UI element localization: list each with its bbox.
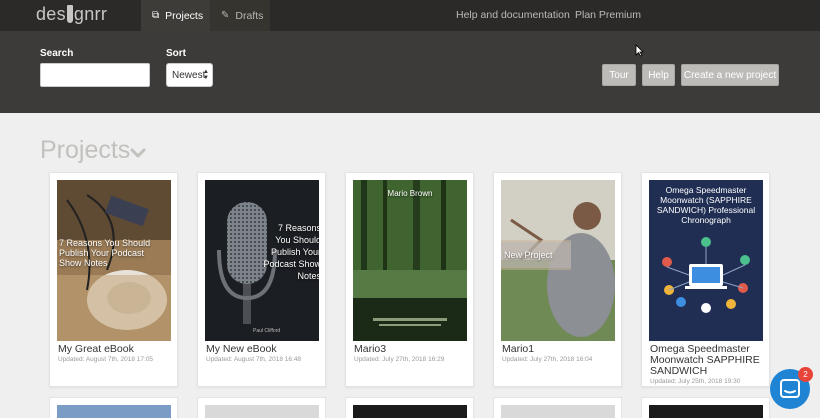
project-title[interactable]: Omega Speedmaster Moonwatch SAPPHIRE SAN… bbox=[650, 344, 766, 377]
project-updated: Updated: August 7th, 2018 17:05 bbox=[58, 356, 154, 363]
create-project-button[interactable]: Create a new project bbox=[681, 64, 779, 86]
page-title: Projects bbox=[40, 136, 131, 164]
project-card[interactable] bbox=[493, 397, 622, 418]
logo-text: des bbox=[36, 4, 66, 24]
help-button[interactable]: Help bbox=[642, 64, 675, 86]
top-navbar: des gnrr ⧉ Projects ✎ Drafts Help and doc… bbox=[0, 0, 820, 31]
cover-image bbox=[353, 180, 467, 341]
chat-notification-badge: 2 bbox=[798, 367, 813, 382]
designrr-logo[interactable]: des gnrr bbox=[36, 4, 107, 26]
project-cover[interactable]: 7 Reasons You Should Publish Your Podcas… bbox=[205, 180, 319, 341]
project-updated: Updated: August 7th, 2018 16:48 bbox=[206, 356, 302, 363]
project-card[interactable] bbox=[49, 397, 178, 418]
project-cover[interactable] bbox=[649, 405, 763, 418]
cover-title: Omega Speedmaster Moonwatch (SAPPHIRE SA… bbox=[656, 185, 756, 225]
pencil-icon: ✎ bbox=[221, 10, 230, 21]
mouse-cursor-icon bbox=[635, 44, 644, 57]
tab-drafts[interactable]: ✎ Drafts bbox=[210, 0, 270, 31]
sort-select[interactable]: Newest ▲ ▼ bbox=[166, 63, 213, 87]
project-updated: Updated: July 27th, 2018 16:29 bbox=[354, 356, 445, 363]
project-card[interactable] bbox=[345, 397, 474, 418]
updown-arrows-icon: ▲ ▼ bbox=[203, 69, 209, 81]
cover-title: 7 Reasons You Should Publish Your Podcas… bbox=[263, 223, 319, 281]
project-title[interactable]: My Great eBook bbox=[58, 344, 174, 355]
plan-premium-link[interactable]: Plan Premium bbox=[575, 9, 641, 21]
sort-label: Sort bbox=[166, 48, 186, 59]
project-cover[interactable]: New Project bbox=[501, 180, 615, 341]
project-card[interactable]: 7 Reasons You Should Publish Your Podcas… bbox=[49, 172, 178, 387]
cover-title: New Project bbox=[504, 250, 553, 260]
project-card[interactable]: 7 Reasons You Should Publish Your Podcas… bbox=[197, 172, 326, 387]
project-card[interactable]: Mario Brown Mario3 Updated: July 27th, 2… bbox=[345, 172, 474, 387]
project-cover[interactable] bbox=[57, 405, 171, 418]
cover-author: Paul Clifford bbox=[253, 328, 281, 334]
tab-drafts-label: Drafts bbox=[235, 9, 264, 22]
tab-projects-label: Projects bbox=[165, 9, 204, 22]
project-updated: Updated: July 27th, 2018 16:04 bbox=[502, 356, 593, 363]
project-card[interactable]: Omega Speedmaster Moonwatch (SAPPHIRE SA… bbox=[641, 172, 770, 387]
project-cover[interactable]: Mario Brown bbox=[353, 180, 467, 341]
project-cover[interactable]: 7 Reasons You Should Publish Your Podcas… bbox=[57, 180, 171, 341]
project-title[interactable]: Mario1 bbox=[502, 344, 618, 355]
search-input[interactable] bbox=[40, 63, 150, 87]
project-title[interactable]: My New eBook bbox=[206, 344, 322, 355]
project-cover[interactable]: Omega Speedmaster Moonwatch (SAPPHIRE SA… bbox=[649, 180, 763, 341]
cover-title: 7 Reasons You Should Publish Your Podcas… bbox=[59, 238, 151, 268]
project-title[interactable]: Mario3 bbox=[354, 344, 470, 355]
project-card[interactable]: New Project Mario1 Updated: July 27th, 2… bbox=[493, 172, 622, 387]
cover-title: Mario Brown bbox=[387, 189, 433, 198]
project-cover[interactable] bbox=[501, 405, 615, 418]
project-card[interactable] bbox=[197, 397, 326, 418]
chevron-down-icon[interactable] bbox=[130, 145, 146, 161]
sort-value: Newest bbox=[172, 69, 206, 81]
pen-icon bbox=[66, 5, 73, 23]
project-cover[interactable] bbox=[353, 405, 467, 418]
search-label: Search bbox=[40, 48, 74, 59]
projects-icon: ⧉ bbox=[152, 10, 160, 21]
project-cover[interactable] bbox=[205, 405, 319, 418]
tour-button[interactable]: Tour bbox=[602, 64, 636, 86]
project-card[interactable] bbox=[641, 397, 770, 418]
help-documentation-link[interactable]: Help and documentation bbox=[456, 9, 570, 21]
project-updated: Updated: July 25th, 2018 19:30 bbox=[650, 378, 741, 385]
